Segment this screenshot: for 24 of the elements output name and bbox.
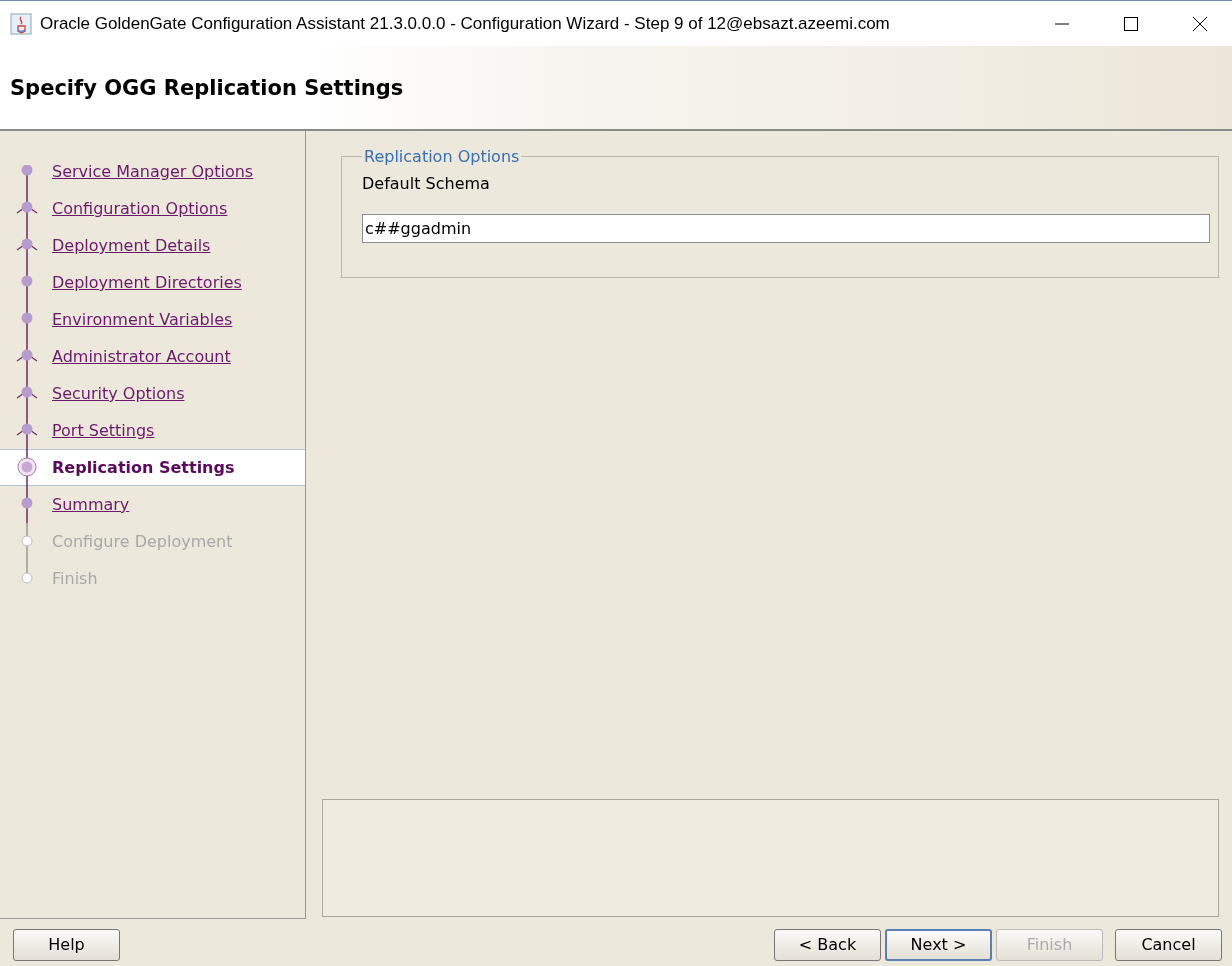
step-link[interactable]: Configuration Options: [52, 199, 228, 218]
step-link[interactable]: Security Options: [52, 384, 185, 403]
wizard-button[interactable]: < Back: [774, 928, 881, 961]
step-link[interactable]: Port Settings: [52, 421, 155, 440]
page-heading: Specify OGG Replication Settings: [10, 75, 404, 100]
app-icon: [10, 12, 32, 35]
step-label: Replication Settings: [52, 458, 235, 477]
step-link[interactable]: Administrator Account: [52, 347, 231, 366]
step-link[interactable]: Summary: [52, 495, 130, 514]
group-title: Replication Options: [363, 147, 521, 166]
maximize-icon[interactable]: [1123, 15, 1139, 32]
step-link[interactable]: Deployment Details: [52, 236, 211, 255]
step-label: Configure Deployment: [52, 532, 233, 551]
step-link[interactable]: Service Manager Options: [52, 162, 254, 181]
close-icon[interactable]: [1192, 15, 1208, 32]
schema-field[interactable]: c##ggadmin: [362, 214, 1210, 243]
step-link[interactable]: Deployment Directories: [52, 273, 242, 292]
step-label: Finish: [52, 569, 98, 588]
field-label: Default Schema: [362, 174, 491, 193]
wizard-button[interactable]: Next >: [885, 928, 992, 961]
window-title: Oracle GoldenGate Configuration Assistant 21.3.0.0.0 - Configuration Wizard - Step 9 of 12@ebsazt.azeemi.com: [40, 13, 890, 34]
wizard-button[interactable]: Help: [13, 928, 120, 961]
step-link[interactable]: Environment Variables: [52, 310, 233, 329]
wizard-button[interactable]: Cancel: [1115, 928, 1222, 961]
